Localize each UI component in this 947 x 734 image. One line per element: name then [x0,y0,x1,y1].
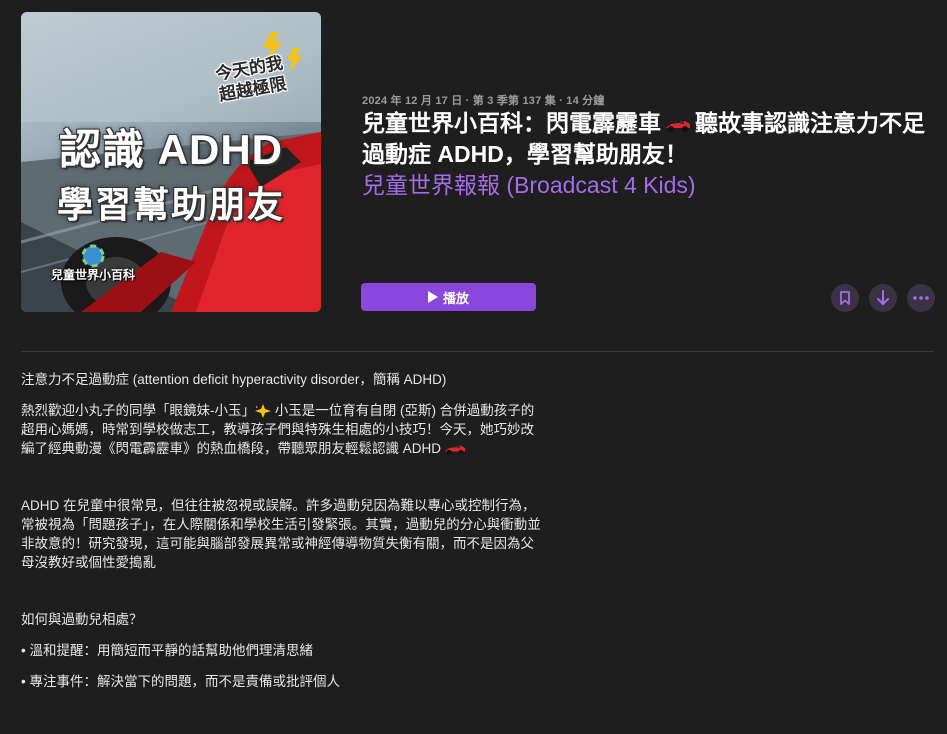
description-heading: 如何與過動兒相處？ [21,612,143,627]
episode-title: 兒童世界小百科：閃電霹靂車 聽故事認識注意力不足過動症 ADHD，學習幫助朋友！ [362,108,932,170]
download-button[interactable] [869,284,897,312]
more-icon [913,296,929,300]
description-bullet: • 溫和提醒：用簡短而平靜的話幫助他們理清思緒 [21,643,313,658]
more-button[interactable] [907,284,935,312]
description-paragraph: ADHD 在兒童中很常見，但往往被忽視或誤解。許多過動兒因為難以專心或控制行為，… [21,498,541,570]
episode-artwork: 今天的我 超越極限 認識 ADHD 學習幫助朋友 兒童世界小百科 [21,12,321,312]
show-link[interactable]: 兒童世界報報 (Broadcast 4 Kids) [362,170,696,201]
description-text: 熱烈歡迎小丸子的同學「眼鏡妹-小玉」 [21,403,255,418]
download-icon [877,290,889,305]
episode-meta: 2024 年 12 月 17 日 · 第 3 季第 137 集 · 14 分鐘 [362,95,605,107]
sparkle-icon [255,404,271,419]
bookmark-button[interactable] [831,284,859,312]
play-button[interactable]: 播放 [361,283,536,311]
play-icon [427,291,438,303]
artwork-title-line1: 認識 ADHD [59,126,283,173]
description-intro: 注意力不足過動症 (attention deficit hyperactivit… [21,372,447,387]
bookmark-icon [840,291,850,305]
artwork-title-line2: 學習幫助朋友 [56,184,285,225]
race-car-icon [444,446,466,456]
artwork-brand: 兒童世界小百科 [51,268,136,282]
description-paragraph: 熱烈歡迎小丸子的同學「眼鏡妹-小玉」 小玉是一位育有自閉 (亞斯) 合併過動孩子… [21,401,546,458]
episode-title-part1: 兒童世界小百科：閃電霹靂車 [362,110,661,136]
description-bullet: • 專注事件：解決當下的問題，而不是責備或批評個人 [21,674,340,689]
episode-page: 今天的我 超越極限 認識 ADHD 學習幫助朋友 兒童世界小百科 2024 年 … [0,0,947,734]
race-car-icon [666,120,690,132]
episode-description: 注意力不足過動症 (attention deficit hyperactivit… [21,370,546,691]
divider [21,351,934,352]
play-button-label: 播放 [442,290,469,306]
